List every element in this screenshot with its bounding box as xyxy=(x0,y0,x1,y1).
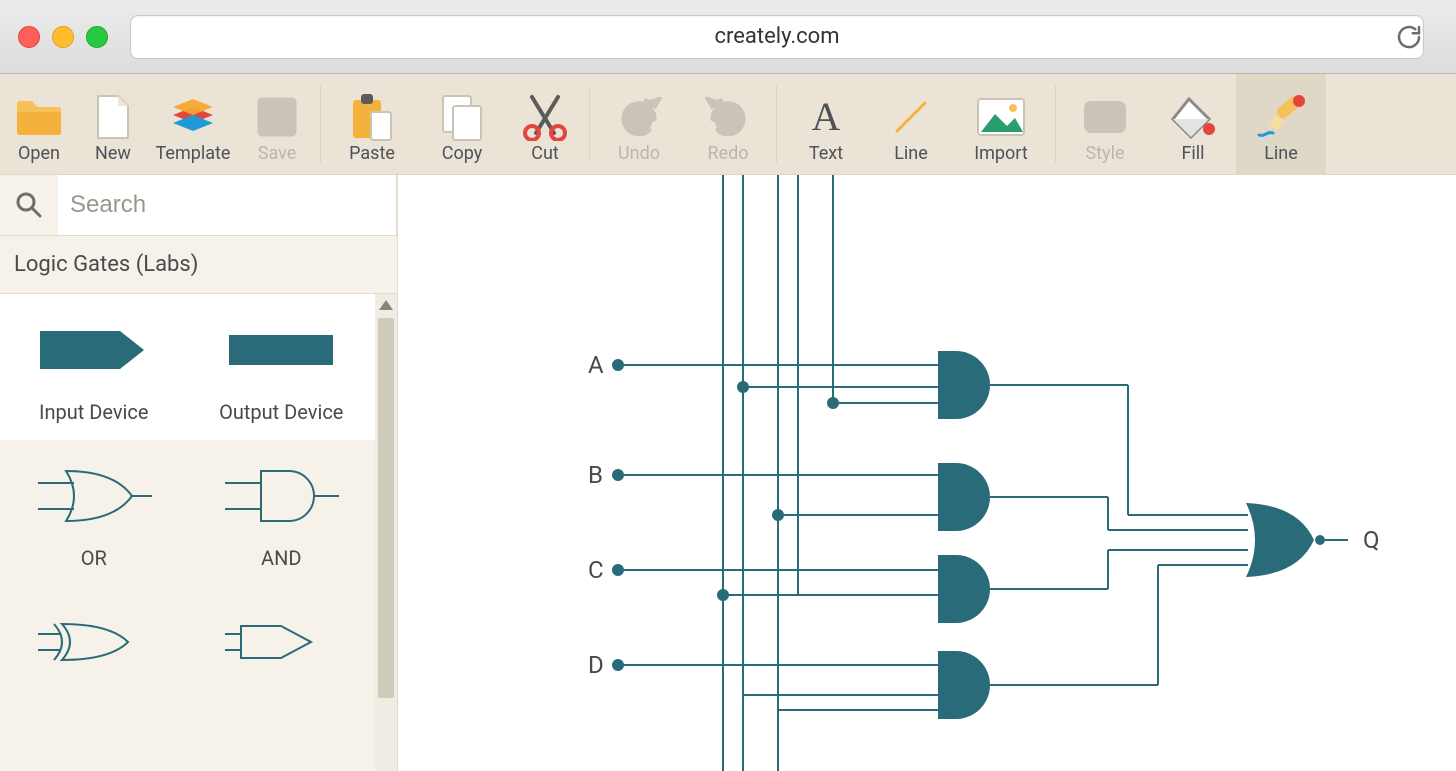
window-controls xyxy=(18,26,108,48)
circuit-diagram: A B C D Q xyxy=(398,175,1456,771)
search-input[interactable] xyxy=(58,190,396,220)
sidebar-scrollbar[interactable] xyxy=(375,294,397,771)
close-window-button[interactable] xyxy=(18,26,40,48)
input-device-icon xyxy=(34,318,154,382)
cut-button[interactable]: Cut xyxy=(505,74,585,174)
text-icon: A xyxy=(805,91,847,143)
and-gate-icon xyxy=(221,464,341,528)
redo-icon xyxy=(705,91,751,143)
shape-input-device[interactable]: Input Device xyxy=(0,294,188,440)
url-text: creately.com xyxy=(714,24,839,49)
and-gate xyxy=(938,651,990,719)
shape-and[interactable]: AND xyxy=(188,440,376,586)
toolbar-separator xyxy=(776,86,777,162)
and-gate xyxy=(938,555,990,623)
line-tool-button[interactable]: Line xyxy=(871,74,951,174)
toolbar-separator xyxy=(1055,86,1056,162)
pencil-icon xyxy=(1255,91,1307,143)
fill-icon xyxy=(1169,91,1217,143)
shape-or[interactable]: OR xyxy=(0,440,188,586)
or-gate-icon xyxy=(34,464,154,528)
gate-icon xyxy=(34,610,154,674)
line-style-button[interactable]: Line xyxy=(1236,74,1326,174)
style-button[interactable]: Style xyxy=(1060,74,1150,174)
diagram-canvas[interactable]: A B C D Q xyxy=(398,175,1456,771)
gate-icon xyxy=(221,610,341,674)
input-label-c: C xyxy=(588,556,604,584)
and-gate xyxy=(938,463,990,531)
save-icon xyxy=(256,91,298,143)
line-icon xyxy=(891,91,931,143)
input-label-a: A xyxy=(588,351,604,379)
input-label-b: B xyxy=(588,461,603,489)
output-device-icon xyxy=(221,318,341,382)
shape-partial-1[interactable] xyxy=(0,586,188,690)
copy-icon xyxy=(439,91,485,143)
scroll-up-icon[interactable] xyxy=(379,300,393,314)
search-row xyxy=(0,175,397,236)
undo-button[interactable]: Undo xyxy=(594,74,684,174)
maximize-window-button[interactable] xyxy=(86,26,108,48)
paste-button[interactable]: Paste xyxy=(325,74,419,174)
browser-chrome: creately.com xyxy=(0,0,1456,74)
input-label-d: D xyxy=(588,651,604,679)
minimize-window-button[interactable] xyxy=(52,26,74,48)
copy-button[interactable]: Copy xyxy=(419,74,505,174)
cut-icon xyxy=(520,91,570,143)
toolbar-separator xyxy=(589,86,590,162)
text-tool-button[interactable]: A Text xyxy=(781,74,871,174)
address-bar[interactable]: creately.com xyxy=(130,15,1424,59)
fill-button[interactable]: Fill xyxy=(1150,74,1236,174)
import-button[interactable]: Import xyxy=(951,74,1051,174)
redo-button[interactable]: Redo xyxy=(684,74,772,174)
shapes-sidebar: Logic Gates (Labs) Input Device Output D xyxy=(0,175,398,771)
style-icon xyxy=(1081,91,1129,143)
paste-icon xyxy=(349,91,395,143)
reload-icon[interactable] xyxy=(1394,22,1424,52)
shapes-category-title[interactable]: Logic Gates (Labs) xyxy=(0,236,397,294)
shape-output-device[interactable]: Output Device xyxy=(188,294,376,440)
main-toolbar: Open New Template Save Paste xyxy=(0,74,1456,175)
save-button[interactable]: Save xyxy=(238,74,316,174)
folder-icon xyxy=(15,91,63,143)
new-file-icon xyxy=(95,91,131,143)
shapes-list: Input Device Output Device OR xyxy=(0,294,375,771)
shape-partial-2[interactable] xyxy=(188,586,376,690)
scroll-thumb[interactable] xyxy=(378,318,394,698)
template-icon xyxy=(168,91,218,143)
search-icon[interactable] xyxy=(0,175,58,235)
undo-icon xyxy=(616,91,662,143)
or-gate xyxy=(1246,503,1314,577)
import-icon xyxy=(975,91,1027,143)
template-button[interactable]: Template xyxy=(148,74,238,174)
and-gate xyxy=(938,351,990,419)
workspace: Logic Gates (Labs) Input Device Output D xyxy=(0,175,1456,771)
new-button[interactable]: New xyxy=(78,74,148,174)
open-button[interactable]: Open xyxy=(0,74,78,174)
svg-text:A: A xyxy=(812,96,841,138)
output-label-q: Q xyxy=(1363,526,1380,554)
toolbar-separator xyxy=(320,86,321,162)
